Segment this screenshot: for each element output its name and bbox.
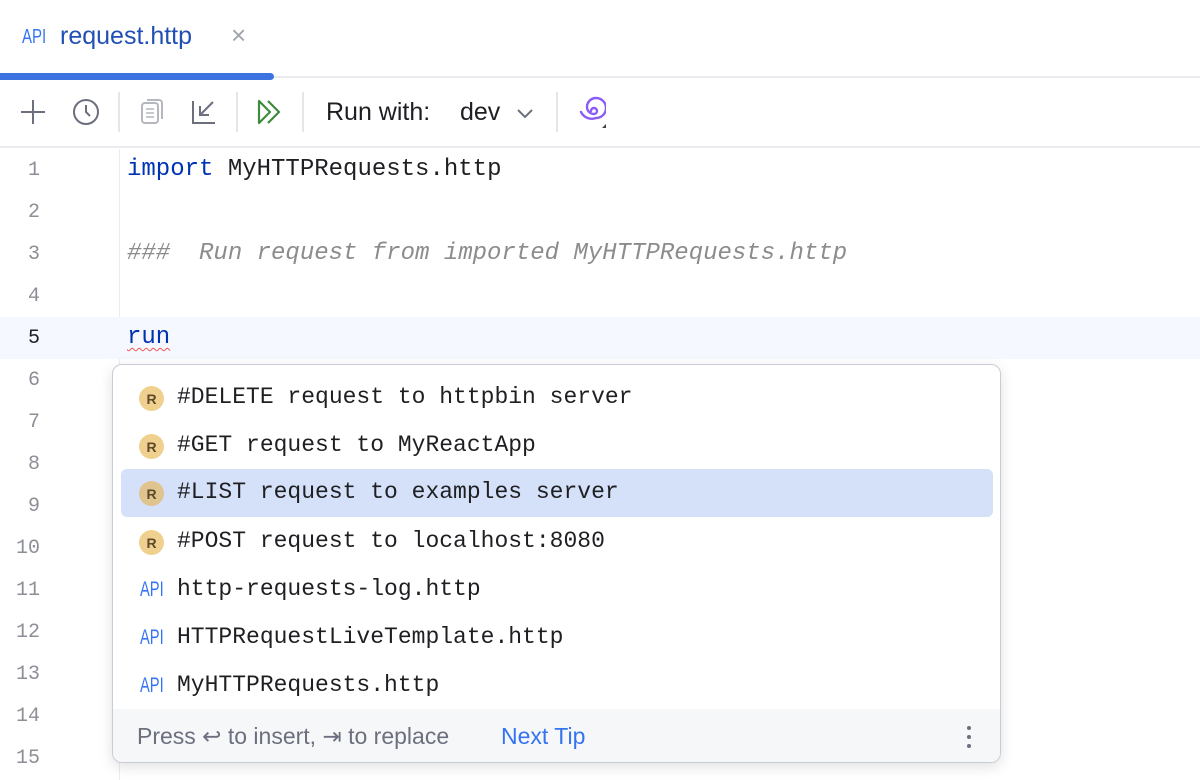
line-number: 2 [0, 201, 40, 224]
toolbar-separator [236, 92, 238, 132]
completion-item[interactable]: API http-requests-log.http [121, 566, 993, 614]
tab-title: request.http [60, 22, 192, 51]
completion-item[interactable]: API MyHTTPRequests.http [121, 662, 993, 710]
chevron-down-icon[interactable] [515, 107, 535, 121]
request-icon: R [139, 481, 164, 506]
request-icon: R [139, 530, 164, 555]
line-number: 9 [0, 495, 40, 518]
line-number: 7 [0, 411, 40, 434]
run-keyword: run [127, 324, 170, 351]
completion-item-label: http-requests-log.http [177, 576, 481, 602]
next-tip-link[interactable]: Next Tip [501, 723, 585, 750]
line-number: 1 [0, 159, 40, 182]
line-number: 14 [0, 705, 40, 728]
import-target: MyHTTPRequests.http [213, 156, 501, 183]
run-all-button[interactable] [254, 96, 286, 128]
completion-item-label: HTTPRequestLiveTemplate.http [177, 624, 563, 650]
line-number: 6 [0, 369, 40, 392]
plus-icon [19, 98, 47, 126]
line-number: 11 [0, 579, 40, 602]
line-number: 12 [0, 621, 40, 644]
import-button[interactable] [188, 96, 220, 128]
ai-assistant-button[interactable] [574, 96, 606, 128]
api-file-icon: API [140, 674, 164, 698]
code-line: 4 [0, 275, 1200, 317]
api-file-icon: API [22, 26, 46, 49]
request-separator-comment: ### Run request from imported MyHTTPRequ… [127, 240, 847, 267]
completion-item-label: #GET request to MyReactApp [177, 432, 536, 458]
completion-item-label: #DELETE request to httpbin server [177, 384, 632, 410]
line-number: 8 [0, 453, 40, 476]
line-number: 10 [0, 537, 40, 560]
clock-icon [71, 97, 101, 127]
current-code-line: 5 run [0, 317, 1200, 359]
completion-hint: Press ↩ to insert, ⇥ to replace [137, 723, 449, 750]
code-line: 1 import MyHTTPRequests.http [0, 149, 1200, 191]
line-number: 5 [0, 327, 40, 350]
toolbar: Run with: dev [0, 78, 1200, 148]
code-line: 3 ### Run request from imported MyHTTPReq… [0, 233, 1200, 275]
line-number: 15 [0, 747, 40, 770]
import-keyword: import [127, 156, 213, 183]
line-number: 3 [0, 243, 40, 266]
toolbar-separator [556, 92, 558, 132]
completion-popup: R #DELETE request to httpbin server R #GET… [112, 364, 1001, 763]
completion-item[interactable]: R #GET request to MyReactApp [121, 422, 993, 470]
completion-item[interactable]: API HTTPRequestLiveTemplate.http [121, 614, 993, 662]
completion-item-label: #LIST request to examples server [177, 479, 619, 505]
copy-button[interactable] [136, 96, 168, 128]
completion-item[interactable]: R #DELETE request to httpbin server [121, 374, 993, 422]
import-arrow-icon [189, 97, 219, 127]
more-options-icon[interactable] [966, 725, 972, 749]
line-number: 13 [0, 663, 40, 686]
run-with-label: Run with: [326, 98, 430, 127]
completion-footer: Press ↩ to insert, ⇥ to replace Next Tip [113, 709, 1001, 763]
completion-item[interactable]: R #POST request to localhost:8080 [121, 518, 993, 566]
tab-request-http[interactable]: API request.http × [0, 0, 274, 78]
document-copy-icon [138, 97, 166, 127]
run-all-icon [255, 97, 285, 127]
environment-dropdown[interactable]: dev [460, 98, 500, 127]
api-file-icon: API [140, 626, 164, 650]
completion-item-label: MyHTTPRequests.http [177, 672, 439, 698]
code-line: 2 [0, 191, 1200, 233]
spiral-icon [574, 94, 606, 130]
tab-bar: API request.http × [0, 0, 1200, 78]
request-icon: R [139, 434, 164, 459]
completion-item-selected[interactable]: R #LIST request to examples server [121, 469, 993, 517]
completion-item-label: #POST request to localhost:8080 [177, 528, 605, 554]
api-file-icon: API [140, 578, 164, 602]
history-button[interactable] [70, 96, 102, 128]
add-request-button[interactable] [17, 96, 49, 128]
toolbar-separator [118, 92, 120, 132]
toolbar-separator [302, 92, 304, 132]
line-number: 4 [0, 285, 40, 308]
close-tab-icon[interactable]: × [231, 20, 246, 51]
request-icon: R [139, 386, 164, 411]
